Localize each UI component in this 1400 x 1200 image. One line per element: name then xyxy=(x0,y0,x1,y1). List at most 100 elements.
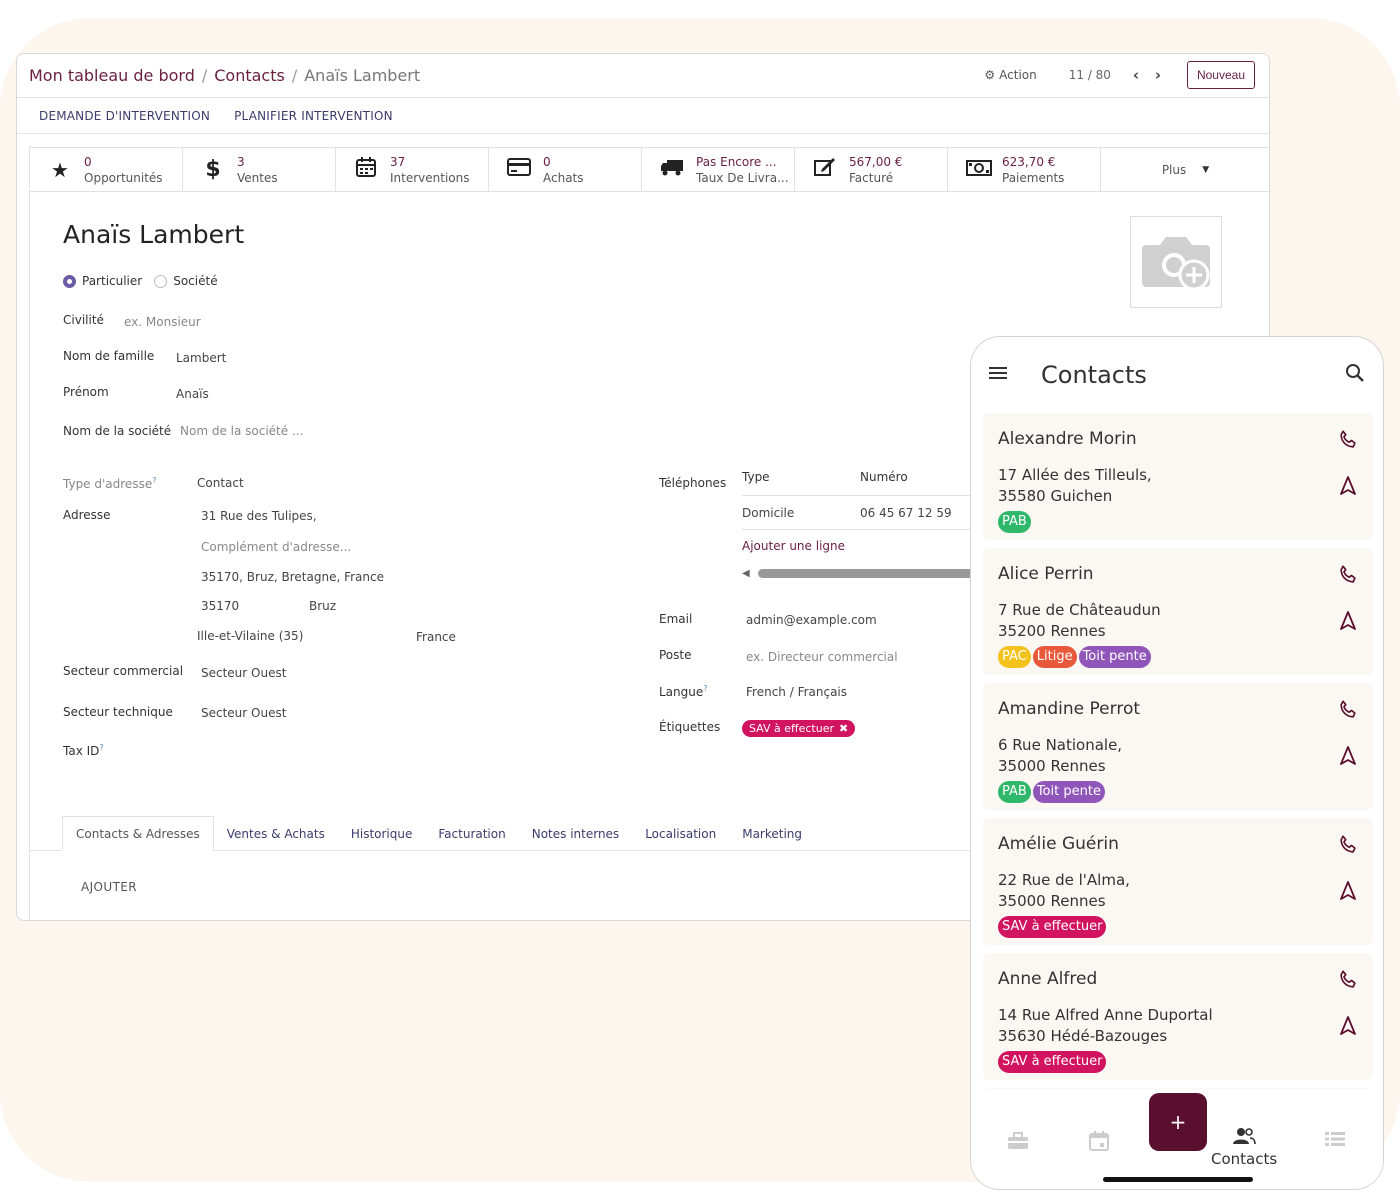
city-field[interactable]: Bruz xyxy=(309,599,336,613)
new-button[interactable]: Nouveau xyxy=(1186,61,1255,89)
tag-badge: Toit pente xyxy=(1032,781,1105,803)
plan-intervention-button[interactable]: PLANIFIER INTERVENTION xyxy=(234,109,393,123)
tab-location[interactable]: Localisation xyxy=(632,816,729,851)
stat-more-button[interactable]: Plus ▼ xyxy=(1101,148,1269,191)
camera-plus-icon xyxy=(1142,237,1210,291)
position-field[interactable]: ex. Directeur commercial xyxy=(746,650,898,664)
list-item[interactable]: Amandine Perrot 6 Rue Nationale, 35000 Re… xyxy=(983,683,1373,810)
col-number: Numéro xyxy=(860,470,908,484)
tag-label: SAV à effectuer xyxy=(749,722,835,735)
firstname-label: Prénom xyxy=(63,385,109,399)
navigation-icon[interactable] xyxy=(1339,881,1357,905)
stat-value: 37 xyxy=(390,154,406,169)
contact-name: Amélie Guérin xyxy=(998,834,1119,854)
tab-internal-notes[interactable]: Notes internes xyxy=(519,816,632,851)
action-button[interactable]: ⚙ Action xyxy=(984,68,1036,82)
phone-icon[interactable] xyxy=(1337,699,1359,725)
help-icon[interactable]: ? xyxy=(99,743,103,752)
pager-value[interactable]: 11 / 80 xyxy=(1069,68,1111,82)
help-icon[interactable]: ? xyxy=(152,476,156,485)
phone-icon[interactable] xyxy=(1337,834,1359,860)
money-icon xyxy=(966,158,992,182)
breadcrumb-contacts[interactable]: Contacts xyxy=(214,66,285,85)
address-line: 17 Allée des Tilleuls, xyxy=(998,466,1152,484)
stat-label: Interventions xyxy=(390,170,470,185)
tab-sales-purchases[interactable]: Ventes & Achats xyxy=(214,816,338,851)
stat-label: Opportunités xyxy=(84,170,163,185)
full-address-field[interactable]: 35170, Bruz, Bretagne, France xyxy=(201,570,384,584)
radio-person[interactable]: Particulier xyxy=(63,274,142,288)
street2-field[interactable]: Complément d'adresse... xyxy=(201,540,351,554)
photo-upload[interactable] xyxy=(1130,216,1222,308)
more-label: Plus xyxy=(1161,162,1187,177)
zip-field[interactable]: 35170 xyxy=(201,599,239,613)
smart-buttons: ★ 0 Opportunités $ 3 Ventes 37 Intervention… xyxy=(30,147,1269,192)
stat-interventions[interactable]: 37 Interventions xyxy=(336,148,489,191)
company-name-field[interactable]: Nom de la société ... xyxy=(180,424,303,438)
table-row[interactable]: Domicile 06 45 67 12 59 xyxy=(742,496,1002,530)
list-item[interactable]: Alice Perrin 7 Rue de Châteaudun 35200 Re… xyxy=(983,548,1373,675)
close-icon[interactable]: ✖ xyxy=(839,722,848,735)
chevron-left-icon[interactable]: ‹ xyxy=(1125,66,1147,84)
phone-icon[interactable] xyxy=(1337,429,1359,455)
breadcrumb-dashboard[interactable]: Mon tableau de bord xyxy=(29,66,195,85)
firstname-field[interactable]: Anaïs xyxy=(176,387,209,401)
request-intervention-button[interactable]: DEMANDE D'INTERVENTION xyxy=(39,109,210,123)
partner-name[interactable]: Anaïs Lambert xyxy=(63,220,244,249)
add-contact-button[interactable]: AJOUTER xyxy=(81,880,137,894)
tab-history[interactable]: Historique xyxy=(338,816,426,851)
stat-delivery-rate[interactable]: Pas Encore ... Taux De Livra... xyxy=(642,148,795,191)
tag-badge: PAB xyxy=(998,511,1031,533)
help-icon[interactable]: ? xyxy=(703,684,707,693)
stat-value: 567,00 € xyxy=(849,154,903,169)
scrollbar-thumb[interactable] xyxy=(757,568,998,578)
stat-opportunities[interactable]: ★ 0 Opportunités xyxy=(30,148,183,191)
sales-sector-field[interactable]: Secteur Ouest xyxy=(201,666,286,680)
state-field[interactable]: Ille-et-Vilaine (35) xyxy=(197,629,303,643)
nav-interventions[interactable] xyxy=(1007,1131,1029,1155)
stat-label: Ventes xyxy=(237,170,278,185)
nav-contacts[interactable]: Contacts xyxy=(1211,1127,1277,1168)
street-field[interactable]: 31 Rue des Tulipes, xyxy=(201,509,317,523)
lastname-field[interactable]: Lambert xyxy=(176,351,226,365)
phone-icon[interactable] xyxy=(1337,564,1359,590)
lang-field[interactable]: French / Français xyxy=(746,685,847,699)
horizontal-scrollbar[interactable]: ◀ xyxy=(742,567,1002,579)
tab-marketing[interactable]: Marketing xyxy=(729,816,815,851)
email-field[interactable]: admin@example.com xyxy=(746,613,877,627)
navigation-icon[interactable] xyxy=(1339,476,1357,500)
stat-value: Pas Encore ... xyxy=(696,154,777,169)
stat-purchases[interactable]: 0 Achats xyxy=(489,148,642,191)
address-type-field[interactable]: Contact xyxy=(197,476,244,490)
add-line-link[interactable]: Ajouter une ligne xyxy=(742,530,1002,562)
nav-calendar[interactable] xyxy=(1089,1131,1109,1155)
breadcrumb: Mon tableau de bord / Contacts / Anaïs L… xyxy=(29,66,420,85)
home-indicator xyxy=(1103,1177,1253,1182)
navigation-icon[interactable] xyxy=(1339,611,1357,635)
navigation-icon[interactable] xyxy=(1339,1016,1357,1040)
search-icon[interactable] xyxy=(1345,363,1365,387)
hamburger-menu-icon[interactable] xyxy=(989,365,1009,385)
civility-field[interactable]: ex. Monsieur xyxy=(124,315,201,329)
nav-list[interactable] xyxy=(1325,1131,1345,1151)
add-fab-button[interactable]: + xyxy=(1149,1093,1207,1151)
tab-invoicing[interactable]: Facturation xyxy=(425,816,518,851)
list-item[interactable]: Anne Alfred 14 Rue Alfred Anne Duportal 3… xyxy=(983,953,1373,1080)
tech-sector-field[interactable]: Secteur Ouest xyxy=(201,706,286,720)
phones-table-header: Type Numéro xyxy=(742,470,1002,496)
country-field[interactable]: France xyxy=(416,630,456,644)
stat-payments[interactable]: 623,70 € Paiements xyxy=(948,148,1101,191)
notebook-tabs: Contacts & Adresses Ventes & Achats Hist… xyxy=(62,816,815,851)
scroll-left-icon[interactable]: ◀ xyxy=(742,568,750,579)
stat-invoiced[interactable]: 567,00 € Facturé xyxy=(795,148,948,191)
navigation-icon[interactable] xyxy=(1339,746,1357,770)
radio-company[interactable]: Société xyxy=(154,274,218,288)
chevron-right-icon[interactable]: › xyxy=(1147,66,1169,84)
stat-sales[interactable]: $ 3 Ventes xyxy=(183,148,336,191)
list-item[interactable]: Alexandre Morin 17 Allée des Tilleuls, 35… xyxy=(983,413,1373,540)
list-item[interactable]: Amélie Guérin 22 Rue de l'Alma, 35000 Ren… xyxy=(983,818,1373,945)
contact-tags: SAV à effectuer xyxy=(998,916,1107,938)
tab-contacts-addresses[interactable]: Contacts & Adresses xyxy=(62,816,214,851)
mobile-device: Contacts Alexandre Morin 17 Allée des Ti… xyxy=(970,336,1384,1190)
phone-icon[interactable] xyxy=(1337,969,1359,995)
